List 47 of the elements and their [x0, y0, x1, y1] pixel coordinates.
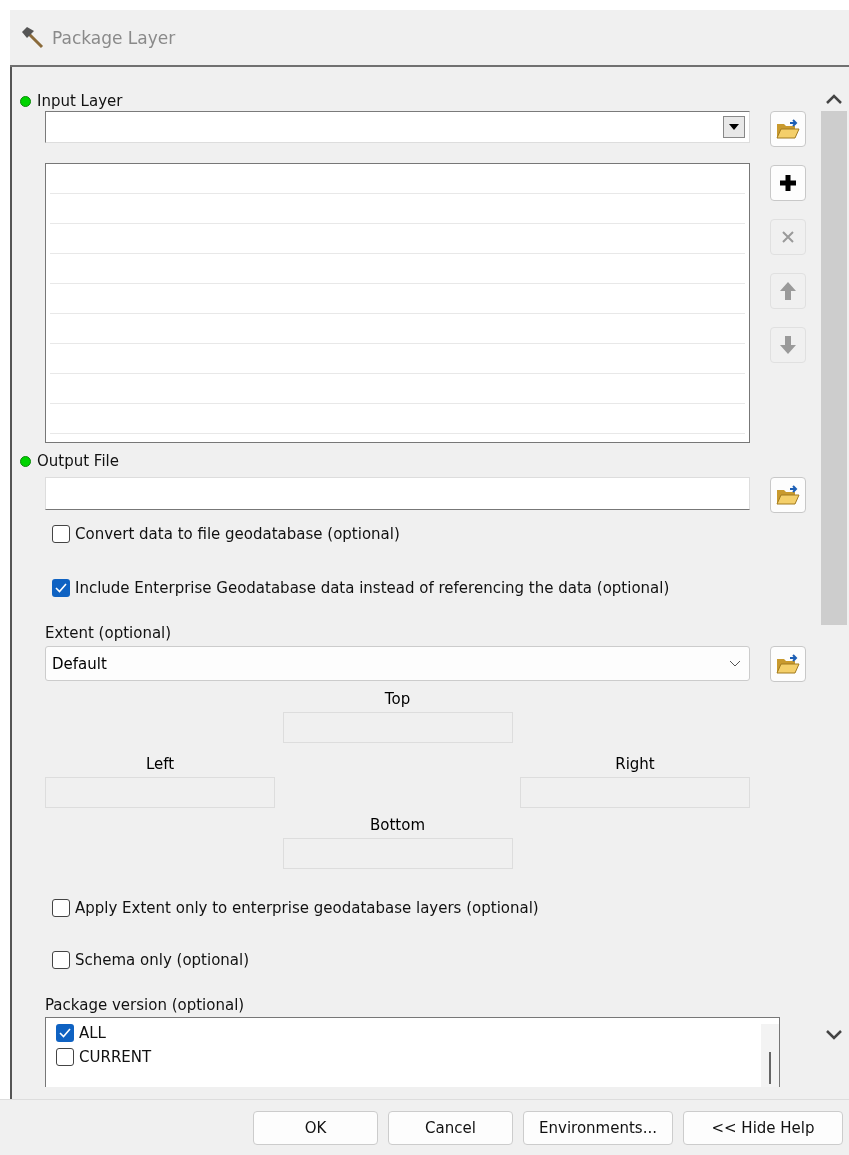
checkbox-option[interactable]: ALL [56, 1024, 761, 1042]
browse-button[interactable] [770, 477, 806, 513]
dialog-button[interactable]: OK [253, 1110, 378, 1145]
checkbox-option[interactable]: Convert data to file geodatabase (optional) [52, 525, 400, 543]
checkbox[interactable] [56, 1024, 74, 1042]
dialog-button[interactable]: Environments... [523, 1110, 673, 1145]
dialog-button[interactable]: << Hide Help [683, 1110, 843, 1145]
folder-icon [776, 484, 800, 506]
checkbox-option[interactable]: Apply Extent only to enterprise geodatabase layers (optional) [52, 899, 539, 917]
input-layer-combo[interactable] [45, 111, 750, 143]
hammer-icon [20, 25, 44, 50]
arrow-down-icon [779, 335, 797, 355]
browse-button[interactable] [770, 646, 806, 682]
plus-icon [778, 173, 798, 193]
package-version-list[interactable]: ALL CURRENT [45, 1017, 780, 1087]
checkbox[interactable] [52, 579, 70, 597]
chevron-down-icon[interactable] [825, 1029, 843, 1041]
field-label: Output File [37, 452, 119, 470]
window-title: Package Layer [52, 27, 176, 48]
field-label: Left [145, 755, 175, 773]
chevron-down-icon [729, 660, 741, 667]
checkbox[interactable] [52, 525, 70, 543]
arrow-up-icon [779, 281, 797, 301]
checkbox[interactable] [56, 1048, 74, 1066]
field-label: Bottom [370, 816, 425, 834]
checkbox-option[interactable]: Include Enterprise Geodatabase data instead of referencing the data (optional) [52, 579, 670, 597]
field-label: Extent (optional) [45, 624, 172, 642]
caret-icon [729, 124, 739, 130]
dialog-button[interactable]: Cancel [388, 1110, 513, 1145]
output-file-field[interactable] [45, 477, 750, 510]
close-icon [781, 230, 795, 244]
folder-icon [776, 653, 800, 675]
field-label: Top [384, 690, 411, 708]
checkbox[interactable] [52, 951, 70, 969]
add-button[interactable] [770, 165, 806, 201]
browse-button[interactable] [770, 111, 806, 147]
checkbox[interactable] [52, 899, 70, 917]
checkbox-option[interactable]: Schema only (optional) [52, 951, 250, 969]
field-label: Right [615, 755, 655, 773]
folder-icon [776, 118, 800, 140]
chevron-up-icon[interactable] [825, 93, 843, 105]
field-label: Input Layer [37, 92, 123, 110]
scrollbar-thumb[interactable] [821, 111, 847, 625]
field-label: Package version (optional) [45, 996, 245, 1014]
checkbox-option[interactable]: CURRENT [56, 1048, 761, 1066]
input-layer-list[interactable] [45, 163, 750, 443]
extent-dropdown[interactable]: Default [45, 646, 750, 681]
